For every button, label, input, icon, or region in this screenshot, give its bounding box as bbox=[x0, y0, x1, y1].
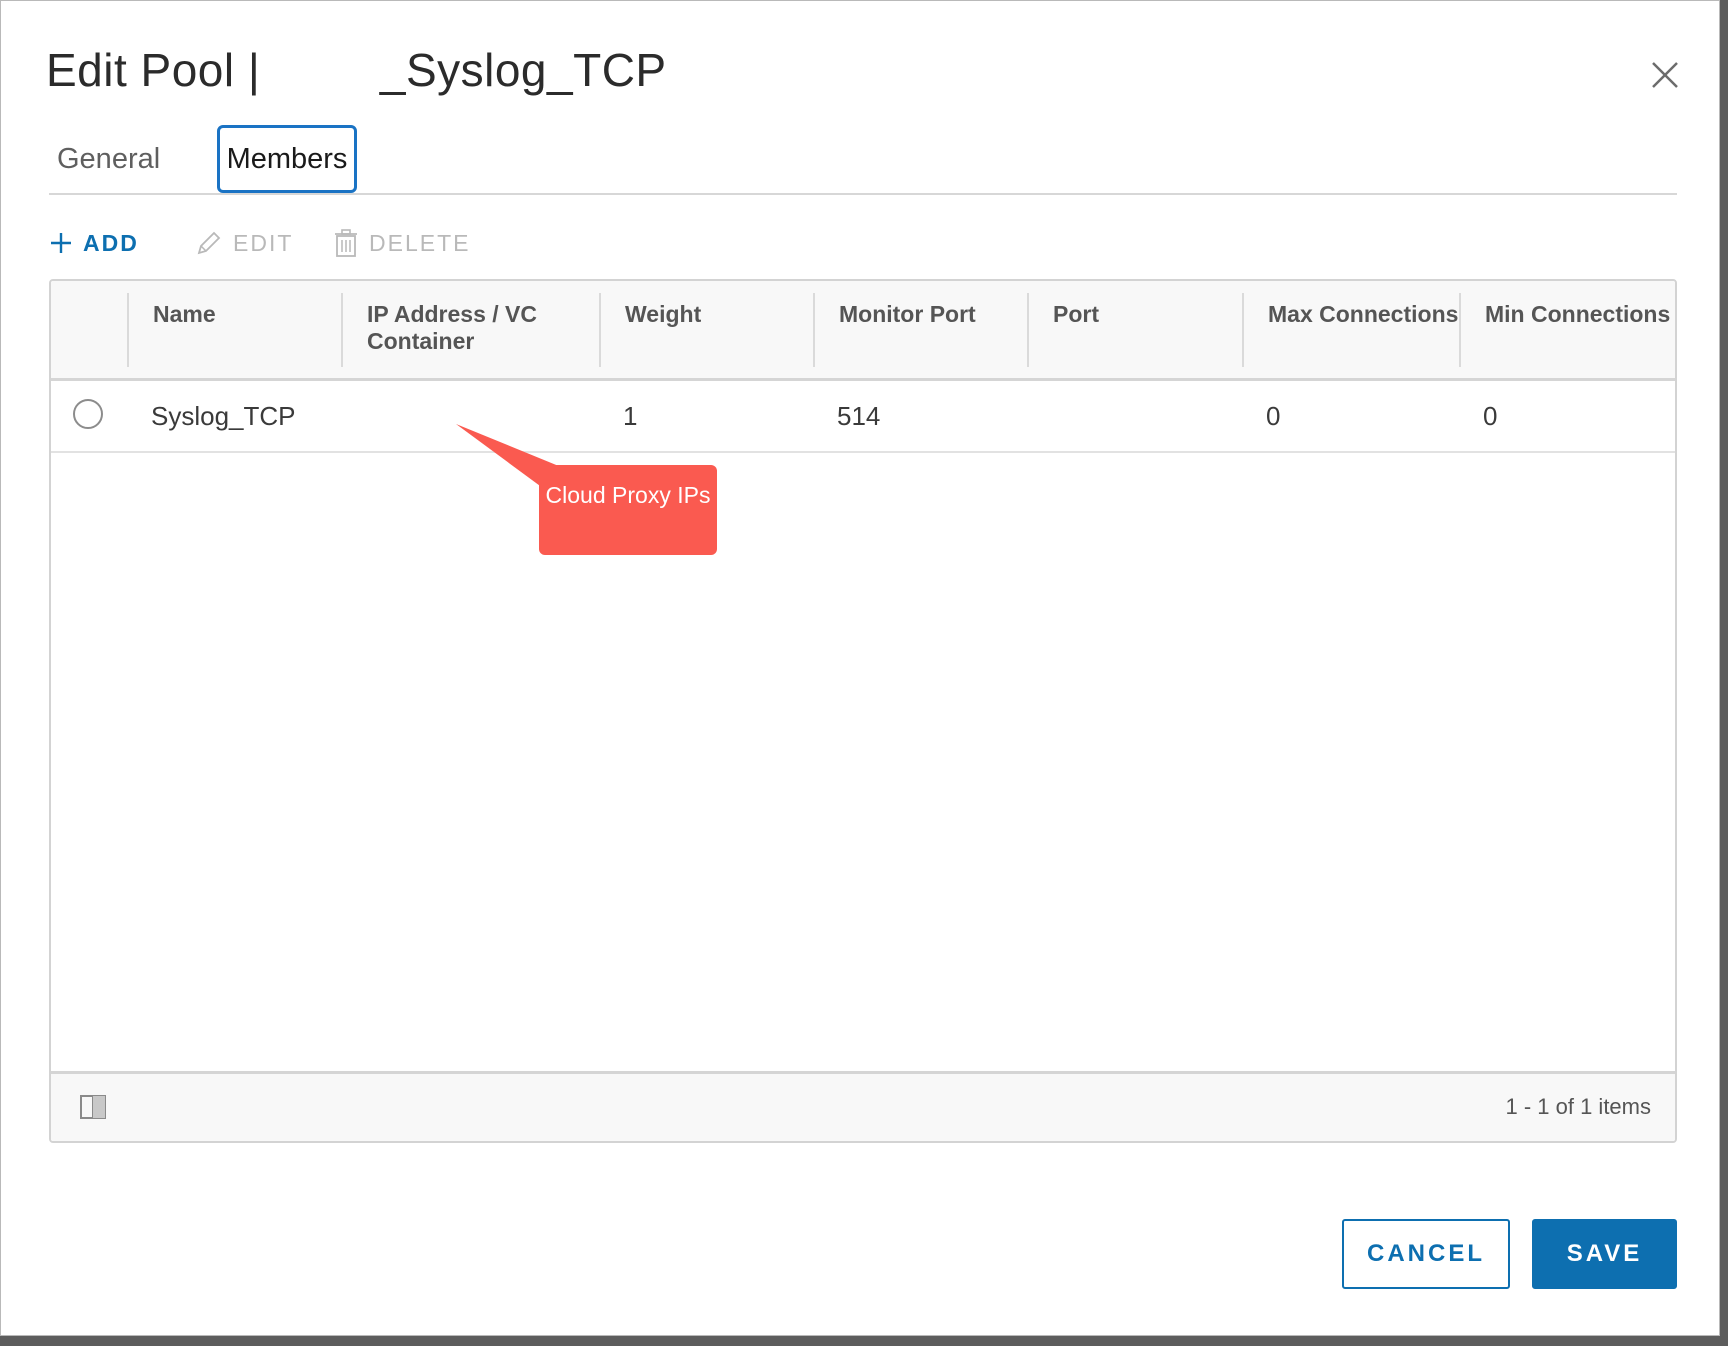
cell-name: Syslog_TCP bbox=[151, 401, 296, 431]
column-header-weight[interactable]: Weight bbox=[599, 293, 813, 367]
add-button[interactable]: ADD bbox=[49, 223, 139, 263]
datagrid-header: Name IP Address / VC Container Weight Mo… bbox=[51, 281, 1675, 381]
datagrid-footer: 1 - 1 of 1 items bbox=[51, 1071, 1675, 1141]
members-datagrid: Name IP Address / VC Container Weight Mo… bbox=[49, 279, 1677, 1143]
cell-monitor-port: 514 bbox=[837, 401, 881, 431]
column-header-monitor-port[interactable]: Monitor Port bbox=[813, 293, 1027, 367]
plus-icon bbox=[51, 233, 71, 253]
close-icon[interactable] bbox=[1649, 59, 1681, 91]
column-header-name[interactable]: Name bbox=[127, 293, 341, 367]
edit-pool-dialog: Edit Pool | _Syslog_TCP General Members … bbox=[0, 0, 1720, 1336]
cell-weight: 1 bbox=[623, 401, 638, 431]
cell-port bbox=[1027, 381, 1242, 451]
table-row[interactable]: Syslog_TCP 1 514 0 0 bbox=[51, 381, 1675, 453]
add-button-label: ADD bbox=[83, 229, 139, 256]
edit-button[interactable]: EDIT bbox=[195, 223, 293, 263]
tab-general[interactable]: General bbox=[57, 125, 160, 193]
pencil-icon bbox=[197, 231, 221, 255]
delete-button-label: DELETE bbox=[369, 229, 471, 256]
column-header-port[interactable]: Port bbox=[1027, 293, 1242, 367]
select-column-header bbox=[51, 293, 127, 367]
trash-icon bbox=[335, 229, 357, 257]
pagination-description: 1 - 1 of 1 items bbox=[1505, 1094, 1651, 1119]
column-header-min-connections[interactable]: Min Connections bbox=[1459, 293, 1675, 367]
delete-button[interactable]: DELETE bbox=[333, 223, 470, 263]
dialog-title: Edit Pool | _Syslog_TCP bbox=[46, 44, 667, 96]
save-button[interactable]: SAVE bbox=[1532, 1219, 1677, 1289]
cancel-button[interactable]: CANCEL bbox=[1342, 1219, 1510, 1289]
cell-min-connections: 0 bbox=[1483, 401, 1498, 431]
tab-bar: General Members bbox=[49, 125, 1677, 195]
cell-max-connections: 0 bbox=[1266, 401, 1281, 431]
tab-members[interactable]: Members bbox=[217, 125, 357, 193]
column-header-max-connections[interactable]: Max Connections bbox=[1242, 293, 1459, 367]
row-select-radio[interactable] bbox=[73, 399, 103, 429]
column-toggle-icon[interactable] bbox=[79, 1094, 107, 1120]
edit-button-label: EDIT bbox=[233, 229, 294, 256]
column-header-ip-address[interactable]: IP Address / VC Container bbox=[341, 293, 599, 367]
annotation-callout: Cloud Proxy IPs bbox=[539, 465, 717, 555]
